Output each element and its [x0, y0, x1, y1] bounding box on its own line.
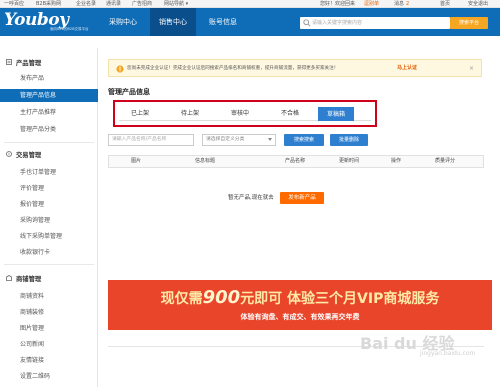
sidebar-section-transaction: 交易管理	[16, 152, 42, 159]
messages-count: 2	[406, 1, 410, 7]
column-header-actions: 操作	[391, 158, 402, 164]
shop-management-icon	[6, 275, 12, 281]
column-header-image: 图片	[131, 158, 142, 164]
sidebar-item-offline-orders[interactable]: 线下采购单管理	[0, 230, 98, 243]
topbar-link-4[interactable]: 通讯录	[106, 0, 121, 8]
batch-delete-button[interactable]: 批量删除	[330, 134, 368, 146]
sidebar-item-orders[interactable]: 手也订单管理	[0, 166, 98, 179]
banner-subline: 体验有询盘、有成交、有效果再交年费	[240, 313, 360, 321]
sidebar-item-image-management[interactable]: 图片管理	[0, 322, 98, 335]
search-button[interactable]: 搜索搜索	[284, 134, 324, 146]
sidebar-item-shop-info[interactable]: 商铺资料	[0, 290, 98, 303]
sidebar-item-company-news[interactable]: 公司新闻	[0, 338, 98, 351]
banner-headline: 现仅需900元即可 体验三个月VIP商城服务	[108, 287, 492, 308]
page-title: 管理产品信息	[108, 88, 150, 96]
greeting-text: 您好！欢迎回来	[320, 1, 356, 7]
messages-link[interactable]: 消息	[394, 0, 404, 8]
chevron-down-icon	[268, 138, 272, 141]
verification-notice: 您尚未完成企业认证！完成企业认证后同搜索产品排名和商铺权重，提升商铺流量，获得更…	[108, 59, 482, 77]
product-table-header: 图片 信息标题 产品名称 更新时间 操作 质量评分	[108, 155, 484, 168]
publish-new-product-button[interactable]: 发布新产品	[280, 192, 324, 204]
status-tabs: 已上架 待上架 审核中 不合格 草稿箱	[119, 106, 371, 121]
sidebar-item-shop-decoration[interactable]: 商铺装修	[0, 306, 98, 319]
nav-purchase-center[interactable]: 采购中心	[100, 8, 146, 36]
search-icon	[303, 19, 311, 27]
logout-link[interactable]: 安全退出	[468, 0, 488, 8]
column-header-quality-score: 质量评分	[435, 158, 456, 164]
sidebar-item-reviews[interactable]: 评价管理	[0, 182, 98, 195]
product-name-filter-input[interactable]: 请输入产品名称/产品名称	[108, 134, 194, 146]
main-header: Youboy 面向B2B的B2B交易平台 采购中心 销售中心 账号信息 搜索平台	[0, 8, 500, 36]
watermark-url: jingyan.baidu.com	[420, 350, 476, 357]
sidebar-item-quotes[interactable]: 报价管理	[0, 198, 98, 211]
top-utility-bar: 一呼百应 B2B采购网 企业名录 通讯录 广告招商 网站导航 ▾ 您好！欢迎回来…	[0, 0, 500, 8]
sidebar-item-bank-card[interactable]: 收款银行卡	[0, 246, 98, 259]
topbar-link-2[interactable]: B2B采购网	[36, 0, 61, 8]
tabs-highlight-box: 已上架 待上架 审核中 不合格 草稿箱	[113, 100, 377, 127]
username-link[interactable]: 逗别单	[364, 0, 379, 8]
tab-drafts[interactable]: 草稿箱	[318, 107, 354, 121]
topbar-link-6[interactable]: 网站导航 ▾	[164, 0, 188, 8]
tab-under-review[interactable]: 审核中	[219, 107, 261, 121]
tab-rejected[interactable]: 不合格	[269, 107, 311, 121]
verify-now-link[interactable]: 马上认证	[397, 60, 417, 77]
nav-account-info[interactable]: 账号信息	[200, 8, 246, 36]
topbar-link-1[interactable]: 一呼百应	[4, 0, 24, 8]
vip-promo-banner[interactable]: 现仅需900元即可 体验三个月VIP商城服务 体验有询盘、有成交、有效果再交年费	[108, 280, 492, 330]
notice-text: 您尚未完成企业认证！完成企业认证后同搜索产品排名和商铺权重，提升商铺流量，获得更…	[127, 66, 339, 71]
banner-headline-post: 元即可 体验三个月VIP商城服务	[240, 291, 440, 307]
sidebar-section-shop: 商铺管理	[16, 276, 42, 283]
sidebar: 产品管理 发布产品 管理产品信息 主打产品推荐 管理产品分类 交易管理 手也订单…	[0, 48, 98, 387]
empty-state-text: 暂无产品,现在就去	[228, 195, 274, 201]
close-icon[interactable]: ×	[469, 60, 474, 77]
tab-on-shelf[interactable]: 已上架	[119, 107, 161, 121]
transaction-management-icon	[6, 151, 12, 157]
category-select[interactable]: 请选择自定义分类	[202, 134, 276, 146]
warning-icon	[116, 65, 124, 73]
header-search-button[interactable]: 搜索平台	[450, 17, 488, 29]
sidebar-item-product-categories[interactable]: 管理产品分类	[0, 123, 98, 136]
sidebar-section-product: 产品管理	[16, 60, 42, 67]
logo-tagline: 面向B2B的B2B交易平台	[50, 27, 89, 31]
sidebar-item-manage-products[interactable]: 管理产品信息	[0, 89, 98, 102]
banner-price: 900	[202, 287, 241, 308]
sidebar-item-publish-product[interactable]: 发布产品	[0, 72, 98, 85]
tab-pending-shelf[interactable]: 待上架	[169, 107, 211, 121]
column-header-product-name: 产品名称	[285, 158, 306, 164]
column-header-title: 信息标题	[195, 158, 216, 164]
sidebar-item-featured-products[interactable]: 主打产品推荐	[0, 106, 98, 119]
category-select-value: 请选择自定义分类	[206, 137, 245, 142]
home-link[interactable]: 首页	[440, 0, 450, 8]
nav-sales-center[interactable]: 销售中心	[150, 8, 196, 36]
sidebar-item-qr-code[interactable]: 设置二维码	[0, 370, 98, 383]
sidebar-item-purchase-inquiries[interactable]: 采购询管理	[0, 214, 98, 227]
filter-bar: 请输入产品名称/产品名称 请选择自定义分类 搜索搜索 批量删除	[108, 134, 368, 146]
banner-headline-pre: 现仅需	[160, 291, 203, 307]
topbar-link-5[interactable]: 广告招商	[132, 0, 152, 8]
topbar-link-3[interactable]: 企业名录	[76, 0, 96, 8]
column-header-updated: 更新时间	[339, 158, 360, 164]
sidebar-divider	[4, 142, 94, 143]
header-search-box	[300, 17, 450, 29]
sidebar-divider	[4, 264, 94, 265]
product-management-icon	[6, 59, 12, 65]
header-search-input[interactable]	[312, 17, 448, 29]
sidebar-item-friend-links[interactable]: 友情链接	[0, 354, 98, 367]
